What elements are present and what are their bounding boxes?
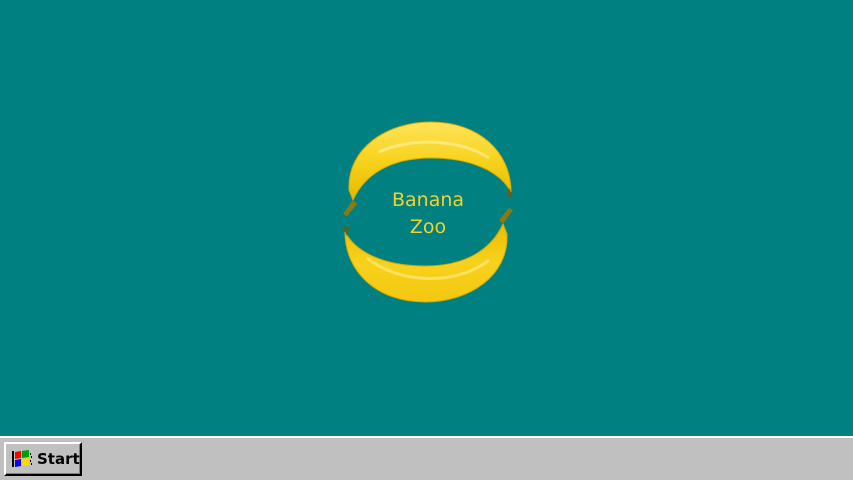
start-button-label: Start <box>37 450 80 468</box>
taskbar: Start <box>0 436 853 480</box>
logo-text-zoo: Zoo <box>409 216 447 238</box>
logo-text-banana: Banana <box>391 189 465 211</box>
windows-flag-icon <box>10 447 34 471</box>
desktop: Banana Zoo <box>0 0 853 436</box>
start-button[interactable]: Start <box>4 442 82 476</box>
banana-zoo-logo: Banana Zoo <box>339 118 517 306</box>
